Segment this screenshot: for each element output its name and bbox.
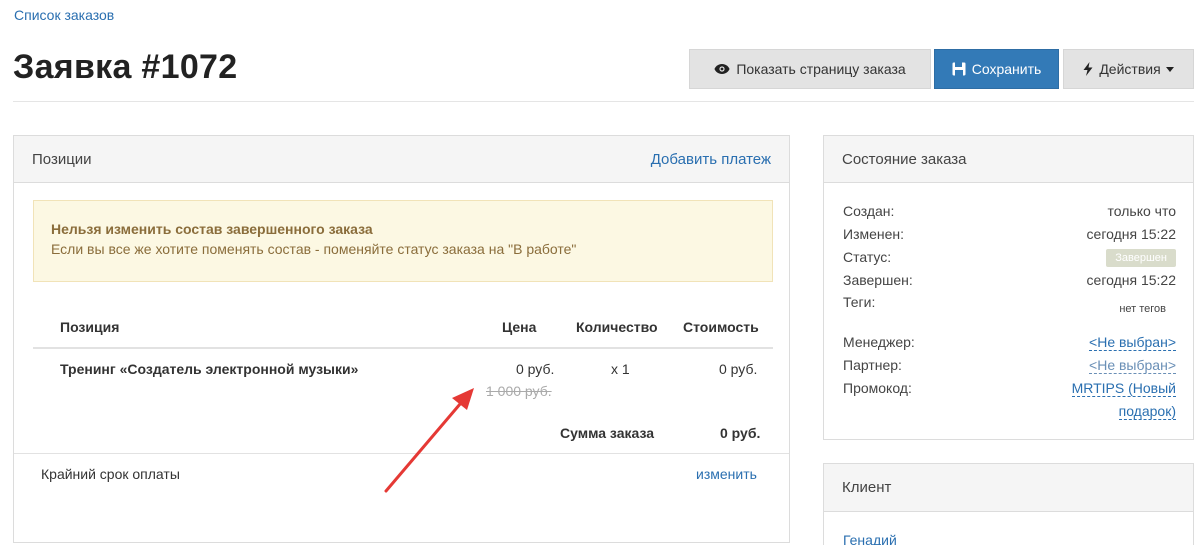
show-order-page-button[interactable]: Показать страницу заказа: [689, 49, 931, 89]
column-header-position: Позиция: [60, 319, 120, 335]
header-divider: [13, 101, 1194, 102]
status-value-wrap: Завершен: [1106, 248, 1176, 267]
position-item-price: 0 руб.: [516, 361, 555, 377]
promocode-label: Промокод:: [843, 380, 912, 396]
status-label: Статус:: [843, 249, 892, 265]
tags-value[interactable]: нет тегов: [1119, 303, 1166, 315]
position-item-old-price: 1 000 руб.: [486, 383, 552, 399]
order-state-panel: Состояние заказа Создан: только что Изме…: [823, 135, 1194, 440]
position-item-cost: 0 руб.: [719, 361, 758, 377]
partner-label: Партнер:: [843, 357, 902, 373]
add-payment-link[interactable]: Добавить платеж: [651, 151, 771, 168]
page-title: Заявка #1072: [13, 48, 238, 86]
status-badge[interactable]: Завершен: [1106, 249, 1176, 267]
completed-value: сегодня 15:22: [1086, 272, 1176, 288]
order-state-heading: Состояние заказа: [824, 136, 1193, 183]
column-header-cost: Стоимость: [683, 319, 759, 335]
partner-select[interactable]: <Не выбран>: [1089, 357, 1176, 374]
change-deadline-link[interactable]: изменить: [696, 466, 757, 482]
lightning-bolt-icon: [1083, 62, 1093, 76]
caret-down-icon: [1165, 66, 1174, 72]
warning-title: Нельзя изменить состав завершенного зака…: [51, 221, 373, 237]
completed-label: Завершен:: [843, 272, 913, 288]
changed-value: сегодня 15:22: [1086, 226, 1176, 242]
created-value: только что: [1107, 203, 1177, 219]
order-state-title: Состояние заказа: [842, 150, 967, 168]
breadcrumb-orders-list[interactable]: Список заказов: [14, 7, 114, 23]
column-header-price: Цена: [502, 319, 537, 335]
save-label: Сохранить: [971, 61, 1042, 77]
client-panel: Клиент Генадий: [823, 463, 1194, 545]
table-header-divider: [33, 347, 773, 349]
show-order-page-label: Показать страницу заказа: [736, 61, 906, 77]
column-header-quantity: Количество: [576, 319, 658, 335]
positions-panel-title: Позиции: [32, 150, 92, 168]
manager-select[interactable]: <Не выбран>: [1089, 334, 1176, 351]
client-panel-title: Клиент: [842, 479, 892, 496]
position-item-link[interactable]: Тренинг «Создатель электронной музыки»: [60, 361, 358, 377]
manager-label: Менеджер:: [843, 334, 915, 350]
actions-label: Действия: [1099, 61, 1161, 77]
client-name-link[interactable]: Генадий: [843, 532, 897, 545]
client-panel-heading: Клиент: [824, 464, 1193, 512]
annotation-arrow-icon: [384, 388, 474, 493]
actions-dropdown-button[interactable]: Действия: [1063, 49, 1194, 89]
warning-text: Если вы все же хотите поменять состав - …: [51, 241, 577, 257]
positions-panel-heading: Позиции Добавить платеж: [14, 136, 789, 183]
changed-label: Изменен:: [843, 226, 905, 242]
eye-icon: [714, 63, 730, 75]
order-total-value: 0 руб.: [720, 425, 761, 441]
tags-label: Теги:: [843, 294, 876, 310]
save-button[interactable]: Сохранить: [934, 49, 1059, 89]
position-item-quantity: x 1: [611, 361, 630, 377]
created-label: Создан:: [843, 203, 895, 219]
payment-deadline-label: Крайний срок оплаты: [41, 466, 180, 482]
order-total-label: Сумма заказа: [560, 425, 655, 441]
promocode-link-continued[interactable]: подарок): [1118, 403, 1176, 420]
floppy-disk-icon: [952, 62, 966, 76]
completed-order-warning: Нельзя изменить состав завершенного зака…: [33, 200, 773, 282]
promocode-link[interactable]: MRTIPS (Новый: [1071, 380, 1176, 397]
